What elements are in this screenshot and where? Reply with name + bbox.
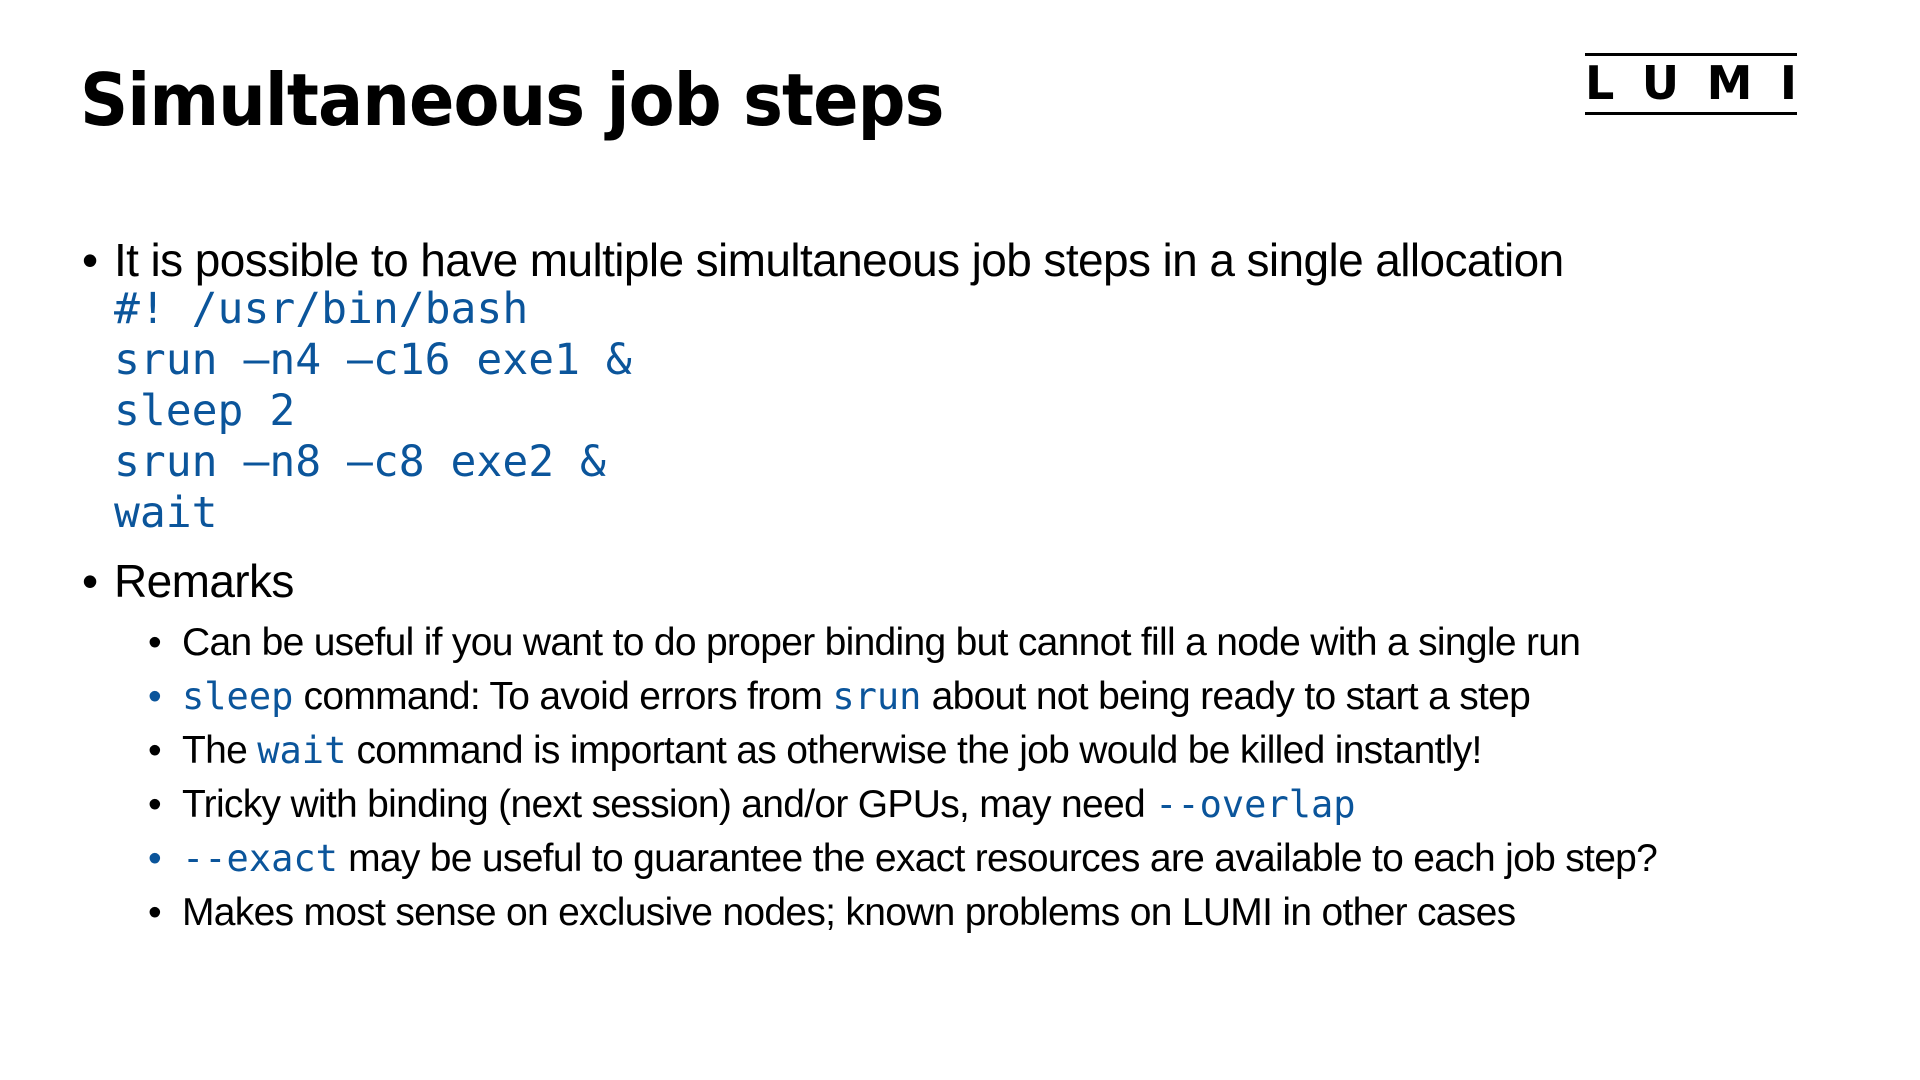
remark-text: sleep command: To avoid errors from srun… — [182, 670, 1531, 724]
logo-letters: L U M I — [1585, 60, 1797, 106]
logo-letter: L — [1585, 56, 1615, 110]
code-block: #! /usr/bin/bash srun –n4 –c16 exe1 & slee… — [114, 284, 632, 539]
text-run: command is important as otherwise the jo… — [346, 729, 1482, 772]
lumi-logo: L U M I — [1585, 53, 1797, 115]
remark-text: Tricky with binding (next session) and/o… — [182, 778, 1356, 832]
logo-letter: U — [1641, 56, 1680, 110]
bullet-icon: • — [148, 621, 162, 664]
code-line: sleep 2 — [114, 386, 296, 436]
inline-code: --exact — [182, 837, 338, 880]
bullet-icon: • — [148, 675, 162, 718]
bullet-icon: • — [82, 234, 99, 286]
bullet-icon: • — [148, 783, 162, 826]
text-run: Makes most sense on exclusive nodes; kno… — [182, 891, 1516, 934]
remark-text: The wait command is important as otherwi… — [182, 724, 1482, 778]
text-run: may be useful to guarantee the exact res… — [337, 837, 1658, 880]
remark-text: Can be useful if you want to do proper b… — [182, 616, 1581, 670]
logo-letter: M — [1706, 56, 1753, 110]
inline-code: wait — [257, 729, 347, 772]
text-run: Tricky with binding (next session) and/o… — [182, 783, 1156, 826]
text-run: about not being ready to start a step — [921, 675, 1531, 718]
code-line: wait — [114, 488, 218, 538]
bullet-icon: • — [82, 555, 99, 607]
logo-letter: I — [1779, 56, 1797, 110]
slide-title: Simultaneous job steps — [80, 58, 944, 142]
bullet-icon: • — [148, 729, 162, 772]
text-run: command: To avoid errors from — [293, 675, 833, 718]
code-line: srun –n4 –c16 exe1 & — [114, 335, 632, 385]
logo-bottom-rule — [1585, 112, 1797, 115]
bullet-text: Remarks — [114, 555, 294, 607]
remark-text: --exact may be useful to guarantee the e… — [182, 832, 1658, 886]
inline-code: sleep — [182, 675, 294, 718]
code-line: srun –n8 –c8 exe2 & — [114, 437, 606, 487]
bullet-text: It is possible to have multiple simultan… — [114, 234, 1564, 286]
remark-text: Makes most sense on exclusive nodes; kno… — [182, 886, 1516, 940]
bullet-icon: • — [148, 891, 162, 934]
text-run: Can be useful if you want to do proper b… — [182, 621, 1581, 664]
inline-code: srun — [832, 675, 922, 718]
inline-code: --overlap — [1155, 783, 1356, 826]
bullet-icon: • — [148, 837, 162, 880]
logo-top-rule — [1585, 53, 1797, 56]
code-line: #! /usr/bin/bash — [114, 284, 529, 334]
text-run: The — [182, 729, 258, 772]
